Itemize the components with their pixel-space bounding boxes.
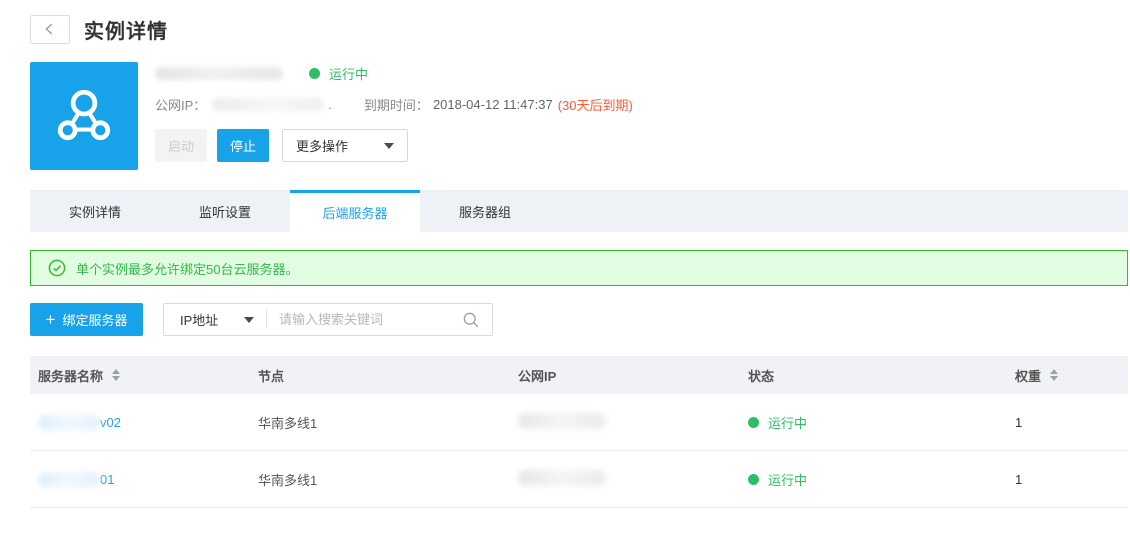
table-row: 01 华南多线1 运行中 1 bbox=[30, 451, 1128, 508]
sort-icon[interactable] bbox=[112, 369, 120, 381]
alert-message: 单个实例最多允许绑定50台云服务器。 bbox=[76, 259, 298, 278]
node-cell: 华南多线1 bbox=[258, 470, 518, 489]
server-name-link[interactable]: 01 bbox=[100, 472, 114, 487]
page-title: 实例详情 bbox=[84, 15, 168, 44]
chevron-down-icon bbox=[244, 317, 254, 323]
public-ip-redacted bbox=[518, 470, 606, 486]
weight-cell: 1 bbox=[1015, 472, 1128, 487]
public-ip-cell bbox=[518, 413, 748, 432]
column-status: 状态 bbox=[748, 366, 1015, 385]
table-row: v02 华南多线1 运行中 1 bbox=[30, 394, 1128, 451]
load-balancer-icon bbox=[30, 62, 138, 170]
search-button[interactable] bbox=[458, 304, 492, 335]
tab-listener-settings[interactable]: 监听设置 bbox=[160, 190, 290, 232]
plus-icon: + bbox=[46, 311, 56, 328]
instance-detail-page: 实例详情 运行中 公网IP： bbox=[30, 14, 1128, 508]
more-actions-dropdown[interactable]: 更多操作 bbox=[282, 129, 408, 162]
table-header: 服务器名称 节点 公网IP 状态 权重 bbox=[30, 356, 1128, 394]
info-alert: 单个实例最多允许绑定50台云服务器。 bbox=[30, 250, 1128, 286]
expire-time-label: 到期时间： bbox=[364, 95, 429, 114]
server-name-link[interactable]: v02 bbox=[100, 415, 121, 430]
column-public-ip: 公网IP bbox=[518, 366, 748, 385]
server-name-cell: 01 bbox=[30, 472, 258, 487]
instance-name-redacted bbox=[155, 67, 283, 80]
weight-cell: 1 bbox=[1015, 415, 1128, 430]
server-name-redacted bbox=[38, 472, 100, 487]
column-weight-label: 权重 bbox=[1015, 366, 1041, 385]
expire-warning: (30天后到期) bbox=[558, 95, 633, 114]
back-button[interactable] bbox=[30, 15, 70, 44]
public-ip-label: 公网IP： bbox=[155, 95, 206, 114]
sort-desc-icon bbox=[112, 376, 120, 381]
check-circle-icon bbox=[48, 259, 66, 277]
status-cell: 运行中 bbox=[748, 470, 1015, 489]
backend-servers-table: 服务器名称 节点 公网IP 状态 权重 v02 华 bbox=[30, 356, 1128, 508]
search-icon bbox=[462, 311, 480, 329]
search-filter-value: IP地址 bbox=[180, 310, 218, 329]
column-server-name: 服务器名称 bbox=[30, 366, 258, 385]
bind-server-label: 绑定服务器 bbox=[62, 310, 127, 329]
chevron-down-icon bbox=[384, 143, 394, 149]
sort-asc-icon bbox=[1050, 369, 1058, 374]
tab-instance-detail[interactable]: 实例详情 bbox=[30, 190, 160, 232]
column-server-name-label: 服务器名称 bbox=[38, 366, 103, 385]
public-ip-redacted bbox=[518, 413, 606, 429]
node-cell: 华南多线1 bbox=[258, 413, 518, 432]
status-cell: 运行中 bbox=[748, 413, 1015, 432]
instance-summary: 运行中 公网IP： . 到期时间： 2018-04-12 11:47:37 (3… bbox=[30, 62, 1128, 172]
public-ip-redacted bbox=[212, 98, 324, 111]
tab-bar: 实例详情 监听设置 后端服务器 服务器组 bbox=[30, 190, 1128, 232]
search-group: IP地址 bbox=[163, 303, 493, 336]
instance-status: 运行中 bbox=[309, 64, 368, 83]
public-ip-cell bbox=[518, 470, 748, 489]
sort-asc-icon bbox=[112, 369, 120, 374]
tab-backend-servers[interactable]: 后端服务器 bbox=[290, 190, 420, 232]
status-dot-icon bbox=[748, 474, 759, 485]
page-header: 实例详情 bbox=[30, 14, 1128, 44]
start-button[interactable]: 启动 bbox=[155, 129, 207, 162]
expire-time-value: 2018-04-12 11:47:37 bbox=[433, 97, 553, 112]
server-name-cell: v02 bbox=[30, 415, 258, 430]
search-filter-dropdown[interactable]: IP地址 bbox=[164, 304, 266, 335]
public-ip-dot: . bbox=[328, 97, 332, 112]
instance-meta-row: 公网IP： . 到期时间： 2018-04-12 11:47:37 (30天后到… bbox=[155, 96, 633, 112]
bind-server-button[interactable]: + 绑定服务器 bbox=[30, 303, 143, 336]
column-weight: 权重 bbox=[1015, 366, 1128, 385]
stop-button[interactable]: 停止 bbox=[217, 129, 269, 162]
more-actions-label: 更多操作 bbox=[296, 136, 348, 155]
column-node: 节点 bbox=[258, 366, 518, 385]
load-balancer-glyph bbox=[50, 82, 118, 150]
status-label: 运行中 bbox=[768, 413, 807, 432]
tab-server-group[interactable]: 服务器组 bbox=[420, 190, 550, 232]
instance-name-row: 运行中 bbox=[155, 65, 633, 81]
server-name-redacted bbox=[38, 415, 100, 430]
sort-desc-icon bbox=[1050, 376, 1058, 381]
instance-actions: 启动 停止 更多操作 bbox=[155, 129, 633, 162]
search-input[interactable] bbox=[267, 304, 458, 335]
status-label: 运行中 bbox=[768, 470, 807, 489]
status-dot-icon bbox=[309, 68, 320, 79]
status-label: 运行中 bbox=[329, 64, 368, 83]
instance-info: 运行中 公网IP： . 到期时间： 2018-04-12 11:47:37 (3… bbox=[155, 62, 633, 172]
status-dot-icon bbox=[748, 417, 759, 428]
chevron-left-icon bbox=[41, 20, 59, 38]
sort-icon[interactable] bbox=[1050, 369, 1058, 381]
toolbar: + 绑定服务器 IP地址 bbox=[30, 303, 1128, 336]
